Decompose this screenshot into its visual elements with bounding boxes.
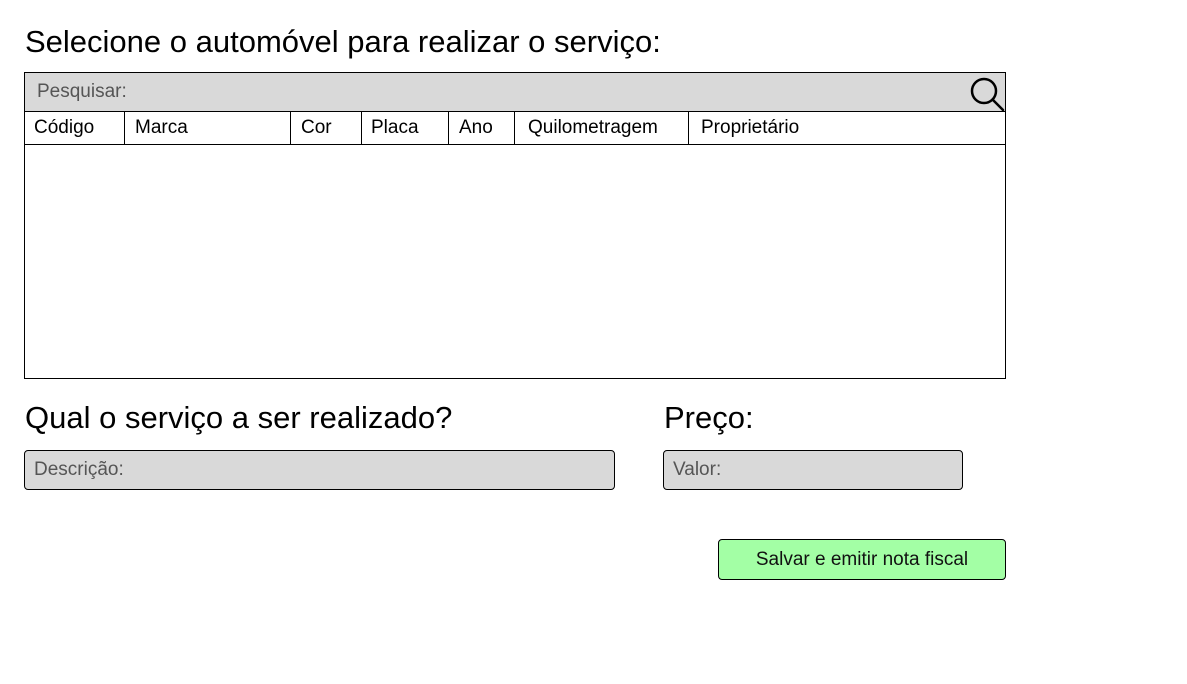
vehicle-section-heading: Selecione o automóvel para realizar o se… (25, 24, 661, 59)
column-header-marca[interactable]: Marca (125, 112, 291, 144)
vehicle-table: Código Marca Cor Placa Ano Quilometragem… (24, 72, 1006, 379)
price-value-input[interactable] (663, 450, 963, 490)
column-header-cor[interactable]: Cor (291, 112, 362, 144)
price-section-heading: Preço: (664, 400, 754, 435)
table-header-row: Código Marca Cor Placa Ano Quilometragem… (25, 112, 1005, 145)
column-header-codigo[interactable]: Código (25, 112, 125, 144)
search-input[interactable] (25, 73, 955, 111)
service-section-heading: Qual o serviço a ser realizado? (25, 400, 453, 435)
save-and-issue-invoice-button[interactable]: Salvar e emitir nota fiscal (718, 539, 1006, 580)
search-icon[interactable] (969, 75, 1005, 112)
column-header-placa[interactable]: Placa (362, 112, 449, 144)
search-bar (25, 73, 1005, 112)
description-input[interactable] (24, 450, 615, 490)
column-header-ano[interactable]: Ano (449, 112, 515, 144)
column-header-quilometragem[interactable]: Quilometragem (515, 112, 689, 144)
table-body[interactable] (25, 145, 1005, 378)
column-header-proprietario[interactable]: Proprietário (689, 112, 1005, 144)
